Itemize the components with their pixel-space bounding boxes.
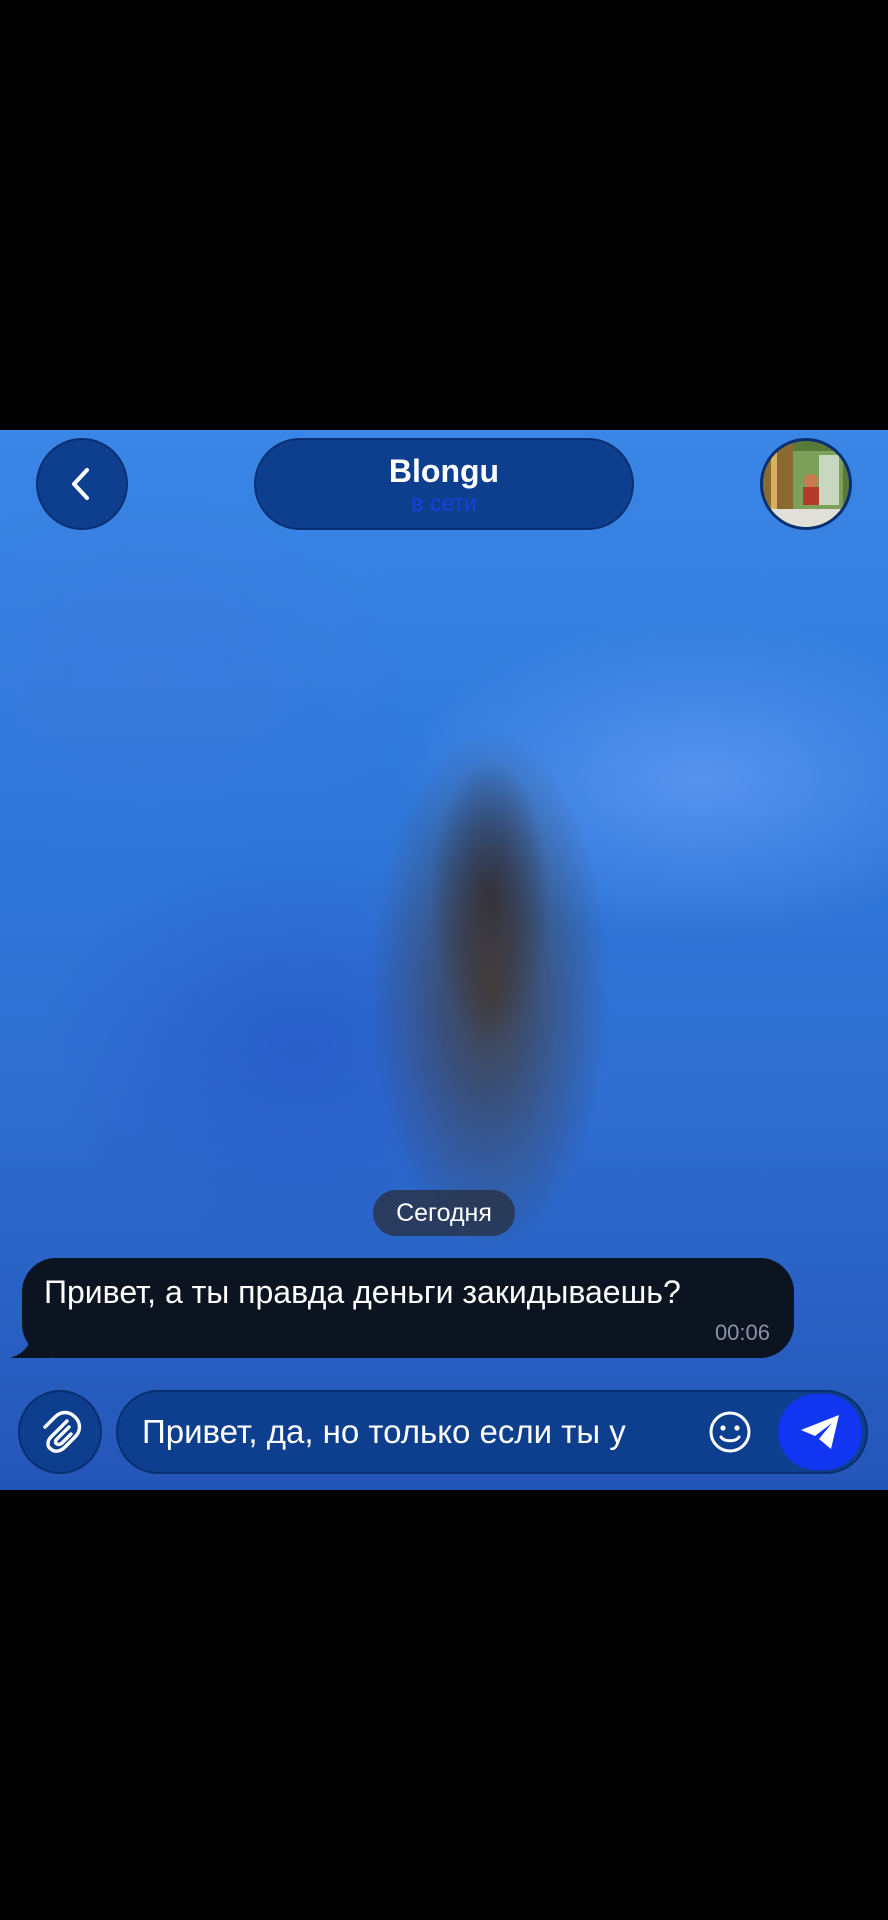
contact-avatar[interactable] [760, 438, 852, 530]
avatar-photo [763, 441, 849, 527]
date-separator: Сегодня [373, 1190, 515, 1236]
attach-button[interactable] [18, 1390, 102, 1474]
letterbox-top [0, 0, 888, 430]
send-button[interactable] [778, 1394, 862, 1470]
paperclip-icon [43, 1410, 82, 1453]
incoming-message-bubble[interactable]: Привет, а ты правда деньги закидываешь? … [22, 1258, 794, 1358]
paper-plane-icon [801, 1415, 839, 1449]
back-button[interactable] [36, 438, 128, 530]
message-time: 00:06 [714, 1320, 770, 1345]
message-input[interactable] [142, 1392, 702, 1472]
contact-status: в сети [411, 490, 477, 516]
message-composer [116, 1390, 868, 1474]
contact-name: Blongu [388, 453, 500, 489]
chat-screen: Blongu в сети Сегодня Привет, а ты правд… [0, 430, 888, 1490]
message-text: Привет, а ты правда деньги закидываешь? [44, 1274, 681, 1310]
letterbox-bottom [0, 1490, 888, 1920]
chat-header-title[interactable]: Blongu в сети [254, 438, 634, 530]
chevron-left-icon [72, 468, 89, 500]
smiley-icon[interactable] [706, 1408, 754, 1456]
